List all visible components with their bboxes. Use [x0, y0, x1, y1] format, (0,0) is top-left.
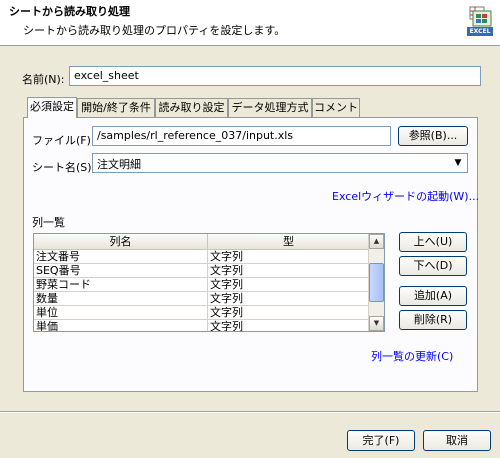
file-label: ファイル(F): [32, 134, 95, 147]
column-type-cell: 文字列 [208, 250, 370, 264]
column-name-cell: 野菜コード [34, 278, 208, 292]
footer-divider [0, 411, 500, 413]
column-type-cell: 文字列 [208, 278, 370, 292]
tab-comment[interactable]: コメント [312, 98, 360, 117]
finish-button[interactable]: 完了(F) [347, 430, 415, 451]
excel-icon-text: EXCEL [469, 28, 491, 35]
remove-column-button[interactable]: 削除(R) [399, 310, 467, 330]
move-up-button[interactable]: 上へ(U) [399, 232, 467, 252]
column-table[interactable]: 列名 型 注文番号 文字列 SEQ番号 文字列 野菜コード 文字列 数量 文字列… [33, 233, 385, 332]
column-type-cell: 文字列 [208, 320, 370, 331]
add-column-button[interactable]: 追加(A) [399, 286, 467, 306]
table-row[interactable]: SEQ番号 文字列 [34, 264, 370, 278]
tab-start-end[interactable]: 開始/終了条件 [77, 98, 155, 117]
column-type-cell: 文字列 [208, 306, 370, 320]
file-input[interactable]: /samples/rl_reference_037/input.xls [92, 126, 391, 146]
dialog-header: シートから読み取り処理 シートから読み取り処理のプロパティを設定します。 EXC… [0, 0, 500, 46]
table-row[interactable]: 注文番号 文字列 [34, 250, 370, 264]
table-scrollbar[interactable]: ▲ ▼ [368, 234, 384, 331]
column-name-cell: 単位 [34, 306, 208, 320]
column-list-title: 列一覧 [32, 216, 65, 229]
name-label: 名前(N): [22, 73, 65, 86]
scroll-down-icon[interactable]: ▼ [369, 316, 384, 331]
tab-data-processing[interactable]: データ処理方式 [228, 98, 312, 117]
scroll-up-icon[interactable]: ▲ [369, 234, 384, 249]
scroll-thumb[interactable] [369, 263, 384, 302]
table-header: 列名 型 [34, 234, 370, 250]
move-down-button[interactable]: 下へ(D) [399, 256, 467, 276]
dialog-title: シートから読み取り処理 [9, 5, 130, 18]
table-row[interactable]: 単価 文字列 [34, 320, 370, 331]
excel-icon: EXCEL [467, 6, 493, 36]
column-name-cell: 単価 [34, 320, 208, 331]
column-name-cell: 注文番号 [34, 250, 208, 264]
table-row[interactable]: 数量 文字列 [34, 292, 370, 306]
column-type-header[interactable]: 型 [208, 234, 370, 250]
cancel-button[interactable]: 取消 [423, 430, 491, 451]
name-input[interactable]: excel_sheet [69, 66, 481, 86]
table-row[interactable]: 単位 文字列 [34, 306, 370, 320]
column-name-header[interactable]: 列名 [34, 234, 208, 250]
sheet-select[interactable]: 注文明細 ▼ [92, 153, 468, 173]
sheet-label: シート名(S): [32, 161, 96, 174]
dialog-subtitle: シートから読み取り処理のプロパティを設定します。 [23, 24, 286, 37]
column-type-cell: 文字列 [208, 292, 370, 306]
sheet-select-value: 注文明細 [97, 158, 141, 171]
column-name-cell: 数量 [34, 292, 208, 306]
refresh-columns-link[interactable]: 列一覧の更新(C) [371, 348, 453, 364]
table-row[interactable]: 野菜コード 文字列 [34, 278, 370, 292]
excel-wizard-link[interactable]: Excelウィザードの起動(W)... [332, 188, 479, 204]
column-name-cell: SEQ番号 [34, 264, 208, 278]
chevron-down-icon[interactable]: ▼ [451, 156, 465, 170]
tab-read-settings[interactable]: 読み取り設定 [155, 98, 228, 117]
column-type-cell: 文字列 [208, 264, 370, 278]
browse-button[interactable]: 参照(B)... [398, 126, 468, 146]
tab-required[interactable]: 必須設定 [27, 97, 77, 118]
